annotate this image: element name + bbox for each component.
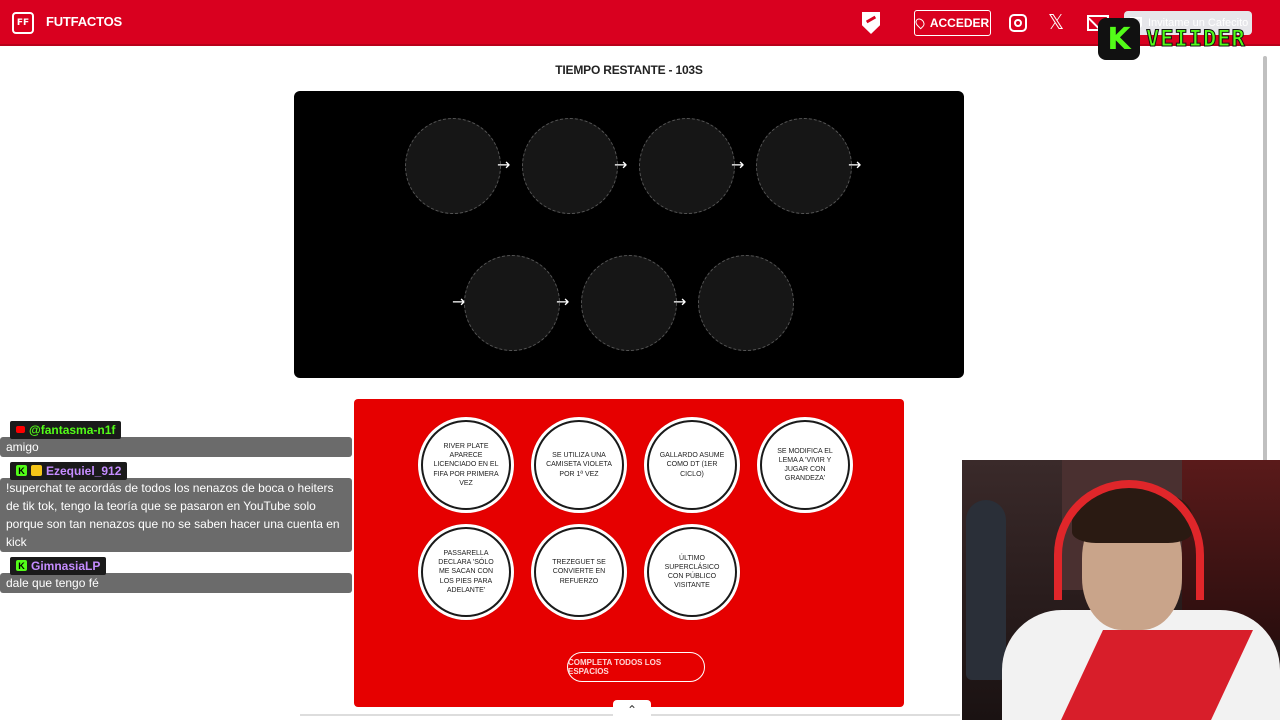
timeline-slot-4[interactable] (756, 118, 852, 214)
event-card[interactable]: RIVER PLATE APARECE LICENCIADO EN EL FIF… (421, 420, 511, 510)
webcam-feed (962, 460, 1280, 720)
timeline-slot-3[interactable] (639, 118, 735, 214)
subscriber-badge-icon (31, 465, 42, 476)
youtube-icon (16, 426, 25, 433)
arrow-icon: → (673, 292, 687, 311)
top-navbar: FF FUTFACTOS ACCEDER 𝕏 Invitame un Cafec… (0, 0, 1280, 46)
timeline-board: → → → → → → → (294, 91, 964, 378)
chat-username: Ezequiel_912 (46, 463, 122, 478)
kick-icon: K (16, 465, 27, 476)
arrow-icon: → (497, 155, 511, 174)
chat-message: @fantasma-n1f amigo (0, 420, 352, 457)
timeline-slot-1[interactable] (405, 118, 501, 214)
event-cards-panel: RIVER PLATE APARECE LICENCIADO EN EL FIF… (354, 399, 904, 707)
timeline-slot-2[interactable] (522, 118, 618, 214)
chat-text: amigo (0, 436, 352, 457)
event-card[interactable]: GALLARDO ASUME COMO DT (1ER CICLO) (647, 420, 737, 510)
timeline-slot-5[interactable] (464, 255, 560, 351)
x-twitter-icon[interactable]: 𝕏 (1048, 10, 1064, 34)
kick-icon: K (16, 560, 27, 571)
webcam-figurine (966, 500, 1006, 680)
chat-message: K GimnasiaLP dale que tengo fé (0, 556, 352, 593)
timeline-slot-6[interactable] (581, 255, 677, 351)
event-card[interactable]: SE UTILIZA UNA CAMISETA VIOLETA POR 1ª V… (534, 420, 624, 510)
brand-name[interactable]: FUTFACTOS (46, 14, 122, 29)
instagram-icon[interactable] (1009, 14, 1027, 32)
club-shield-icon[interactable] (862, 12, 880, 34)
arrow-icon: → (556, 292, 570, 311)
page-scrollbar[interactable] (1263, 56, 1267, 476)
site-logo[interactable]: FF (12, 12, 34, 34)
chevron-up-icon[interactable]: ⌃ (613, 700, 651, 720)
countdown-timer: TIEMPO RESTANTE - 103S (555, 63, 703, 77)
complete-all-button[interactable]: COMPLETA TODOS LOS ESPACIOS (567, 652, 705, 682)
timeline-slot-7[interactable] (698, 255, 794, 351)
arrow-icon: → (848, 155, 862, 174)
arrow-icon: → (731, 155, 745, 174)
streamer-overlay: K VEIIDER (1098, 18, 1246, 60)
chat-user-tag: K GimnasiaLP (10, 556, 107, 575)
location-pin-icon (913, 16, 927, 30)
event-card[interactable]: SE MODIFICA EL LEMA A 'VIVIR Y JUGAR CON… (760, 420, 850, 510)
login-label: ACCEDER (929, 16, 990, 30)
stream-chat: @fantasma-n1f amigo K Ezequiel_912 !supe… (0, 420, 352, 593)
login-button[interactable]: ACCEDER (913, 10, 991, 36)
event-card[interactable]: TREZEGUET SE CONVIERTE EN REFUERZO (534, 527, 624, 617)
chat-text: dale que tengo fé (0, 572, 352, 593)
streamer-name: VEIIDER (1146, 26, 1246, 52)
event-card[interactable]: PASSARELLA DECLARA 'SÓLO ME SACAN CON LO… (421, 527, 511, 617)
event-card[interactable]: ÚLTIMO SUPERCLÁSICO CON PÚBLICO VISITANT… (647, 527, 737, 617)
chat-username: GimnasiaLP (31, 558, 101, 573)
chat-user-tag: K Ezequiel_912 (10, 461, 128, 480)
kick-logo-icon: K (1098, 18, 1140, 60)
chat-user-tag: @fantasma-n1f (10, 420, 122, 439)
chat-username: @fantasma-n1f (29, 422, 116, 437)
chat-text: !superchat te acordás de todos los nenaz… (0, 477, 352, 552)
arrow-icon: → (614, 155, 628, 174)
chat-message: K Ezequiel_912 !superchat te acordás de … (0, 461, 352, 552)
